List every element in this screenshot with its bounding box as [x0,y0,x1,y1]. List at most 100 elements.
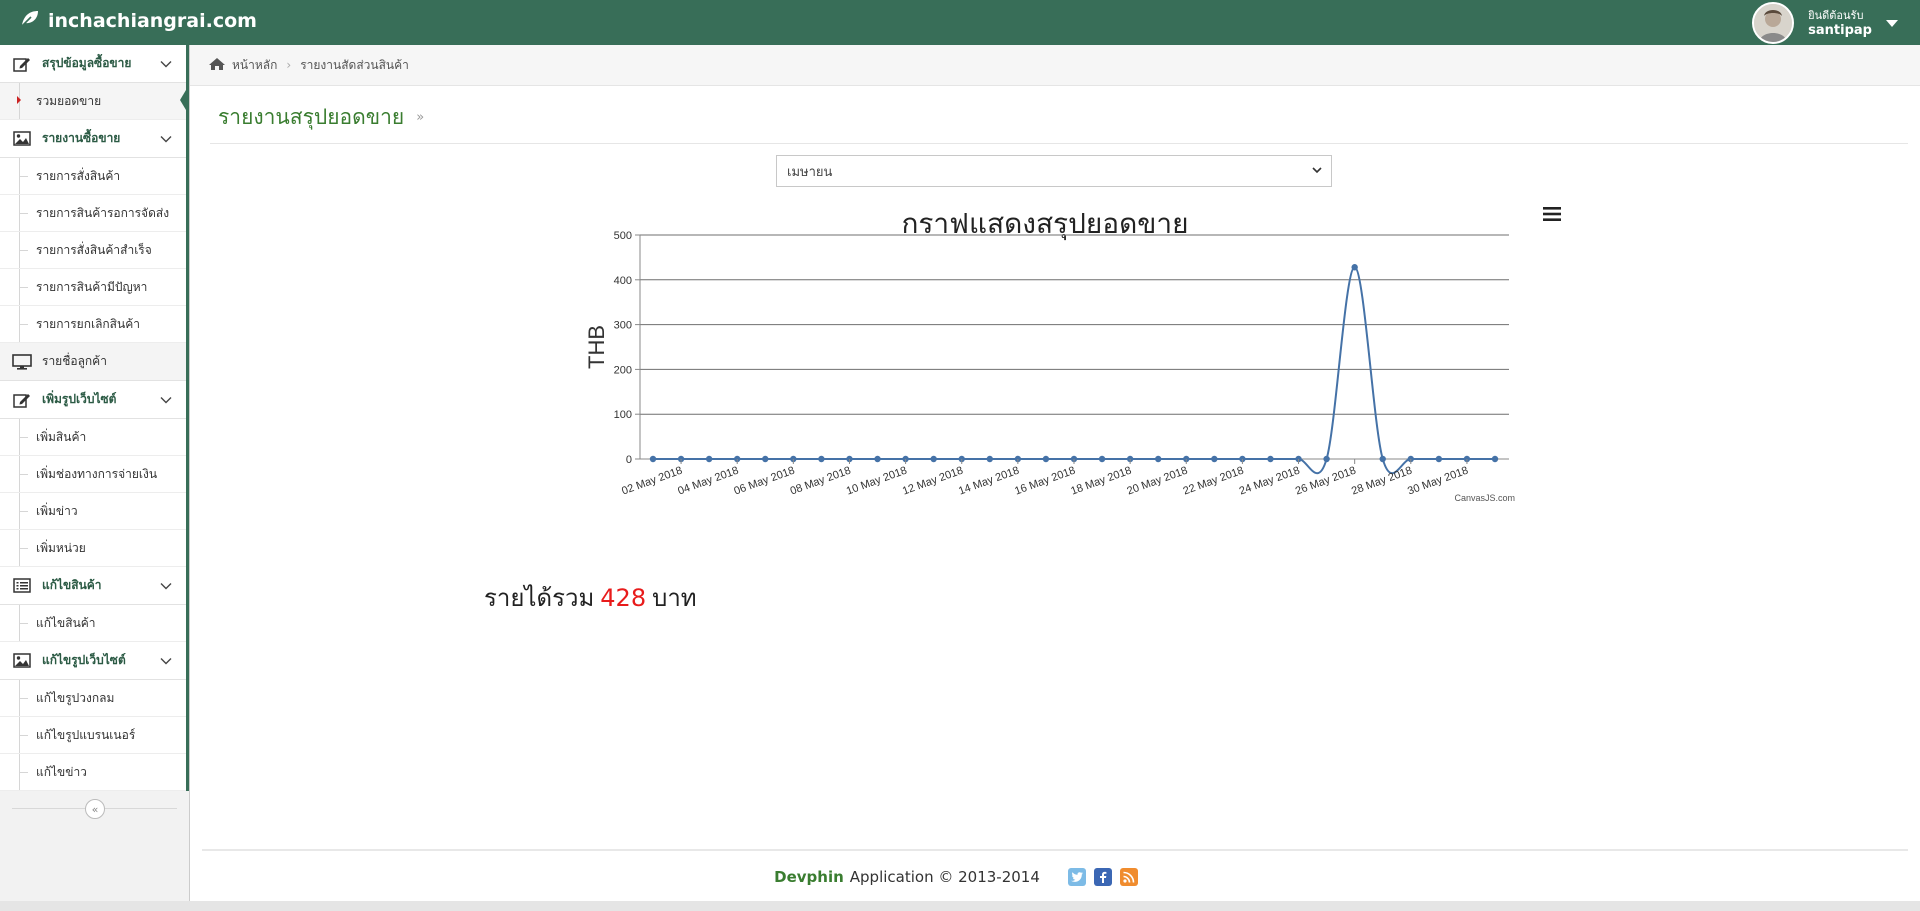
sidebar-collapse-button[interactable]: « [85,799,105,819]
sidebar-group-label: สรุปข้อมูลซื้อขาย [42,56,132,70]
sidebar-group-label: แก้ไขรูปเว็บไซต์ [42,653,126,667]
x-tick-label: 28 May 2018 [1350,465,1414,498]
chevron-down-icon [160,657,174,665]
sidebar-group-1[interactable]: รายงานซื้อขาย [0,120,186,158]
sidebar-item[interactable]: เพิ่มหน่วย [0,530,186,567]
facebook-icon[interactable] [1093,868,1112,886]
breadcrumb: หน้าหลัก › รายงานสัดส่วนสินค้า [190,45,1920,86]
y-tick-label: 300 [614,320,632,332]
leaf-icon [20,9,40,32]
sidebar-item[interactable]: รายการสินค้ามีปัญหา [0,269,186,306]
sidebar-item[interactable]: แก้ไขรูปวงกลม [0,680,186,717]
sidebar: สรุปข้อมูลซื้อขายรวมยอดขายรายงานซื้อขายร… [0,45,190,911]
sidebar-item-label: รายการสั่งสินค้าสำเร็จ [36,242,152,257]
data-point [1323,455,1330,463]
revenue-value: 428 [600,584,647,612]
month-select[interactable]: เมษายน [776,155,1332,187]
chevron-down-icon [160,396,174,404]
revenue-label: รายได้รวม [484,584,595,612]
y-tick-label: 100 [614,409,632,421]
sidebar-item[interactable]: แก้ไขรูปแบรนเนอร์ [0,717,186,754]
top-navbar: inchachiangrai.com ยินดีต้อนรับ santipap [0,0,1920,45]
footer-divider [202,849,1908,851]
data-point [874,455,881,463]
sidebar-item[interactable]: รายการสั่งสินค้าสำเร็จ [0,232,186,269]
sidebar-item-label: เพิ่มสินค้า [36,429,87,444]
active-indicator [180,85,189,115]
sidebar-group-2[interactable]: รายชื่อลูกค้า [0,343,186,381]
active-marker-icon [17,96,21,104]
sidebar-item-label: รายการสินค้ามีปัญหา [36,279,148,294]
footer-brand: Devphin [774,868,844,886]
sidebar-item[interactable]: เพิ่มช่องทางการจ่ายเงิน [0,456,186,493]
x-tick-label: 12 May 2018 [901,465,965,498]
sidebar-group-label: แก้ไขสินค้า [42,578,102,592]
sidebar-item-label: รวมยอดขาย [36,93,102,108]
sidebar-item-label: แก้ไขรูปวงกลม [36,690,115,705]
data-point [1491,455,1499,463]
x-tick-label: 10 May 2018 [845,465,909,498]
sidebar-item[interactable]: รายการสั่งสินค้า [0,158,186,195]
data-point [705,455,713,463]
sidebar-item-label: รายการสั่งสินค้า [36,168,121,183]
image-icon [12,131,32,146]
sidebar-group-0[interactable]: สรุปข้อมูลซื้อขาย [0,45,186,83]
x-tick-label: 14 May 2018 [957,465,1021,498]
sidebar-item[interactable]: รายการสินค้ารอการจัดส่ง [0,195,186,232]
breadcrumb-home-link[interactable]: หน้าหลัก [232,56,277,75]
username: santipap [1808,22,1872,38]
caret-down-icon[interactable] [1886,13,1898,32]
sidebar-item[interactable]: แก้ไขข่าว [0,754,186,791]
sidebar-group-label: รายชื่อลูกค้า [42,354,107,368]
sidebar-item[interactable]: รวมยอดขาย [0,83,189,120]
data-point [818,455,825,463]
title-divider [210,143,1908,144]
sidebar-item[interactable]: เพิ่มสินค้า [0,419,186,456]
sidebar-item[interactable]: แก้ไขสินค้า [0,605,186,642]
revenue-summary: รายได้รวม 428 บาท [484,578,697,617]
y-tick-label: 500 [614,230,632,242]
brand-link[interactable]: inchachiangrai.com [20,9,257,32]
user-menu[interactable]: ยินดีต้อนรับ santipap [1752,1,1898,44]
sidebar-group-4[interactable]: แก้ไขสินค้า [0,567,186,605]
data-point [1435,455,1443,463]
main-content: หน้าหลัก › รายงานสัดส่วนสินค้า รายงานสรุ… [190,45,1920,911]
sidebar-item[interactable]: รายการยกเลิกสินค้า [0,306,186,343]
breadcrumb-current: รายงานสัดส่วนสินค้า [300,57,409,72]
sales-chart: กราฟแสดงสรุปยอดขาย 0 100 200 300 400 500 THB 02… [480,190,1610,630]
data-point [1379,455,1386,463]
sidebar-item[interactable]: เพิ่มข่าว [0,493,186,530]
data-point [986,455,993,463]
sidebar-item-label: แก้ไขข่าว [36,764,87,779]
brand-name: inchachiangrai.com [48,9,257,32]
x-tick-label: 08 May 2018 [789,465,853,498]
list-icon [12,578,32,593]
data-point [1042,455,1050,463]
sidebar-menu: สรุปข้อมูลซื้อขายรวมยอดขายรายงานซื้อขายร… [0,45,189,791]
sidebar-item-label: เพิ่มหน่วย [36,540,86,555]
sidebar-group-label: เพิ่มรูปเว็บไซต์ [42,392,117,406]
rss-icon[interactable] [1119,868,1138,886]
sidebar-group-5[interactable]: แก้ไขรูปเว็บไซต์ [0,642,186,680]
twitter-icon[interactable] [1067,868,1086,886]
sidebar-group-3[interactable]: เพิ่มรูปเว็บไซต์ [0,381,186,419]
x-tick-label: 02 May 2018 [620,465,684,498]
x-tick-label: 24 May 2018 [1238,465,1302,498]
x-tick-label: 22 May 2018 [1182,465,1246,498]
sidebar-item-label: แก้ไขรูปแบรนเนอร์ [36,727,136,742]
sidebar-item-label: รายการสินค้ารอการจัดส่ง [36,205,170,220]
x-tick-label: 06 May 2018 [732,465,796,498]
home-icon [208,57,226,74]
y-axis-title: THB [584,325,609,369]
bottom-strip [0,901,1920,911]
data-point [1351,264,1358,271]
chevron-down-icon [1311,164,1323,180]
revenue-unit: บาท [652,584,697,612]
footer: Devphin Application © 2013-2014 [190,868,1722,886]
image-icon [12,653,32,668]
footer-text: Application © 2013-2014 [849,868,1040,886]
sidebar-item-label: รายการยกเลิกสินค้า [36,316,140,331]
welcome-text: ยินดีต้อนรับ [1808,8,1864,22]
x-tick-label: 20 May 2018 [1125,465,1189,498]
chevron-down-icon [160,135,174,143]
